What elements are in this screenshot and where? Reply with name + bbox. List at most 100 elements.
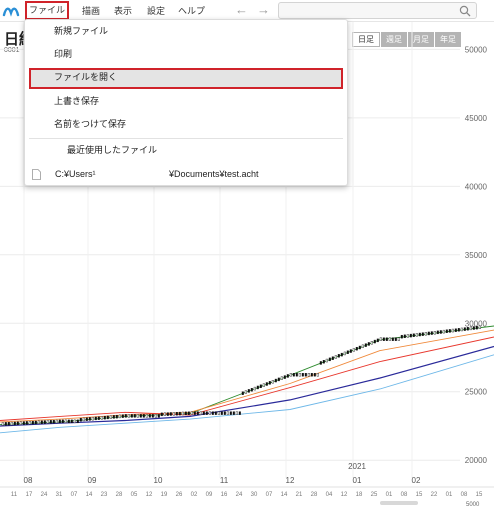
candle xyxy=(64,419,67,424)
y-axis-labels: 20000250003000035000400004500050000 xyxy=(465,45,488,465)
candle xyxy=(364,343,367,347)
candle xyxy=(1,422,4,426)
x-day-label: 16 xyxy=(221,492,228,498)
candle xyxy=(85,417,88,421)
candle xyxy=(475,325,478,330)
candle xyxy=(157,414,160,418)
candle xyxy=(421,332,424,336)
menu-open-file[interactable]: ファイルを開く xyxy=(29,68,343,89)
x-day-label: 31 xyxy=(56,492,63,498)
back-arrow-icon[interactable]: ← xyxy=(235,2,248,18)
candle xyxy=(100,416,103,420)
candle xyxy=(265,382,268,386)
y-tick-label: 25000 xyxy=(465,388,488,397)
file-menu-dropdown: 新規ファイル 印刷 ファイルを開く 上書き保存 名前をつけて保存 最近使用したフ… xyxy=(24,19,348,186)
candle xyxy=(361,344,364,349)
search-icon[interactable] xyxy=(459,5,471,17)
menu-help[interactable]: ヘルプ xyxy=(178,3,205,19)
candle xyxy=(322,360,325,364)
menu-save[interactable]: 上書き保存 xyxy=(29,92,343,111)
candle xyxy=(394,337,397,341)
candle xyxy=(121,414,124,418)
x-day-label: 11 xyxy=(11,492,18,498)
x-day-label: 12 xyxy=(341,492,348,498)
candle xyxy=(67,419,70,424)
menu-print[interactable]: 印刷 xyxy=(29,45,343,64)
series-line-orange xyxy=(0,329,494,423)
candle xyxy=(409,333,412,338)
candle xyxy=(460,327,463,332)
x-day-label: 24 xyxy=(236,492,243,498)
candle xyxy=(103,415,106,420)
candle xyxy=(187,411,190,415)
y-tick-label: 45000 xyxy=(465,114,488,123)
candle xyxy=(376,338,379,343)
candle xyxy=(70,419,73,424)
menu-file[interactable]: ファイル xyxy=(25,1,69,20)
candle xyxy=(331,356,334,360)
candle xyxy=(88,417,91,421)
x-day-label: 05 xyxy=(131,492,138,498)
candle xyxy=(259,384,262,388)
candle xyxy=(238,411,241,415)
candle xyxy=(226,411,229,415)
menu-new-file[interactable]: 新規ファイル xyxy=(29,22,343,41)
app-logo-icon[interactable] xyxy=(2,2,20,20)
candle xyxy=(37,420,40,425)
menu-view[interactable]: 表示 xyxy=(114,3,132,19)
candle xyxy=(166,412,169,416)
candle xyxy=(439,330,442,334)
candle xyxy=(271,379,274,384)
candle xyxy=(433,331,436,335)
forward-arrow-icon[interactable]: → xyxy=(257,2,270,18)
candle xyxy=(223,411,226,415)
candle xyxy=(358,345,361,350)
candle xyxy=(208,411,211,415)
candle xyxy=(217,411,220,415)
candle xyxy=(220,411,223,415)
candle xyxy=(283,375,286,379)
candle xyxy=(262,383,265,387)
candle xyxy=(307,373,310,377)
search-input[interactable] xyxy=(278,2,477,19)
candle xyxy=(301,373,304,377)
candle xyxy=(58,419,61,424)
menu-draw[interactable]: 描画 xyxy=(82,3,100,19)
candle xyxy=(325,358,328,363)
candle xyxy=(130,414,133,418)
x-day-label: 04 xyxy=(326,492,333,498)
candle xyxy=(31,420,34,425)
menu-settings[interactable]: 設定 xyxy=(147,3,165,19)
x-day-label: 08 xyxy=(461,492,468,498)
candle xyxy=(202,411,205,415)
candle xyxy=(94,416,97,421)
chart-scrollbar[interactable] xyxy=(380,501,418,505)
candle xyxy=(454,328,457,332)
candle xyxy=(463,327,466,331)
menu-save-as[interactable]: 名前をつけて保存 xyxy=(29,115,343,134)
candle xyxy=(319,361,322,365)
candle xyxy=(289,373,292,377)
recent-file-item[interactable]: C:¥Users¹ ¥Documents¥test.acht xyxy=(29,165,343,183)
candle xyxy=(46,420,49,424)
candle xyxy=(298,373,301,377)
candle xyxy=(199,411,202,415)
x-axis: 08 09 10 11 12 01 02 2021 11 17 24 31 07 14 23 28 05 12 19… xyxy=(0,462,494,498)
candle xyxy=(241,391,244,395)
candle xyxy=(115,414,118,419)
candle xyxy=(277,377,280,382)
candle xyxy=(97,416,100,420)
candle xyxy=(118,414,121,419)
candle xyxy=(175,412,178,416)
candle xyxy=(442,329,445,334)
candle xyxy=(10,421,13,426)
x-day-label: 12 xyxy=(146,492,153,498)
candle xyxy=(124,414,127,418)
candle xyxy=(55,419,58,424)
candle xyxy=(268,381,271,385)
candle xyxy=(385,337,388,341)
x-day-label: 28 xyxy=(311,492,318,498)
candle xyxy=(148,414,151,418)
candle xyxy=(40,420,43,424)
x-day-label: 26 xyxy=(176,492,183,498)
